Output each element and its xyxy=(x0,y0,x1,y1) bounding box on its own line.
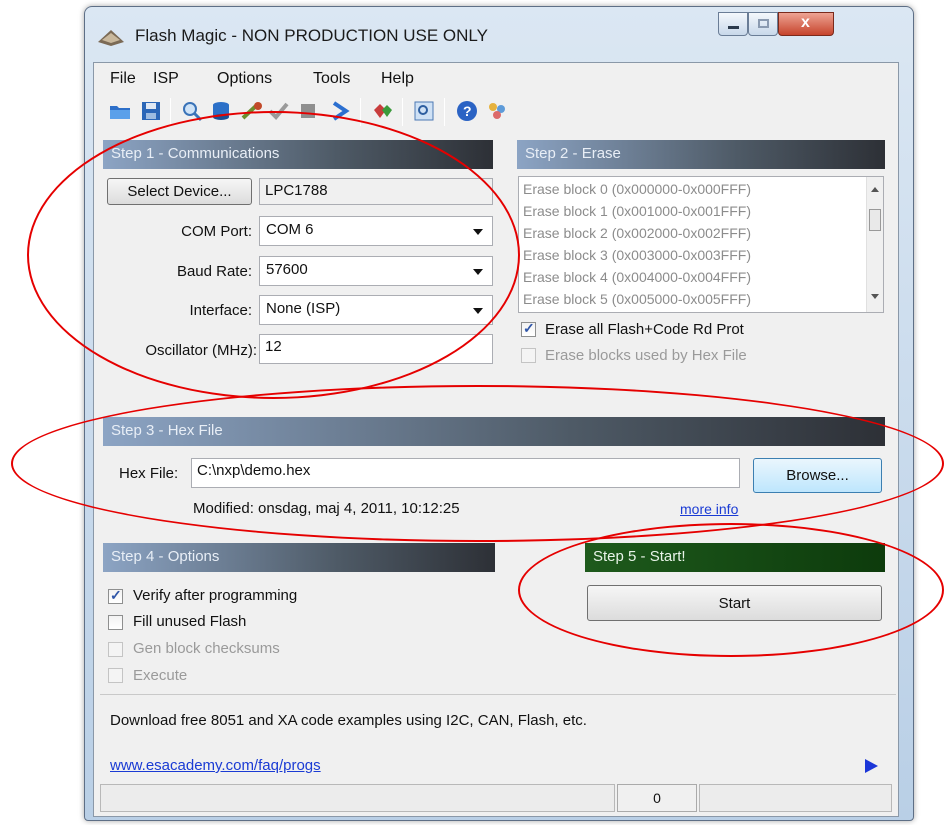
step2-header: Step 2 - Erase xyxy=(517,140,885,169)
minimize-button[interactable] xyxy=(718,12,748,36)
scroll-thumb[interactable] xyxy=(869,209,881,231)
list-item[interactable]: Erase block 3 (0x003000-0x003FFF) xyxy=(523,247,751,263)
toolbar-separator xyxy=(444,98,445,126)
progress-bar xyxy=(699,784,892,812)
list-item[interactable]: Erase block 2 (0x002000-0x002FFF) xyxy=(523,225,751,241)
open-folder-icon[interactable] xyxy=(108,99,132,123)
verify-checkbox[interactable] xyxy=(108,587,123,604)
fill-unused-checkbox[interactable] xyxy=(108,615,123,630)
list-item[interactable]: Erase block 0 (0x000000-0x000FFF) xyxy=(523,181,751,197)
help-icon[interactable]: ? xyxy=(455,99,479,123)
erase-all-checkbox[interactable] xyxy=(521,320,536,337)
erase-hex-checkbox[interactable] xyxy=(521,348,536,363)
minimize-icon xyxy=(728,26,739,29)
menu-file[interactable]: File xyxy=(110,70,136,88)
window-title: Flash Magic - NON PRODUCTION USE ONLY xyxy=(135,26,488,45)
users-icon[interactable] xyxy=(485,99,509,123)
list-item[interactable]: Erase block 1 (0x001000-0x001FFF) xyxy=(523,203,751,219)
toolbar-separator xyxy=(170,98,171,126)
status-count: 0 xyxy=(617,784,697,812)
esacademy-link[interactable]: www.esacademy.com/faq/progs xyxy=(110,757,321,774)
list-item[interactable]: Erase block 5 (0x005000-0x005FFF) xyxy=(523,291,751,307)
fill-unused-label: Fill unused Flash xyxy=(133,613,247,630)
list-item[interactable]: Erase block 4 (0x004000-0x004FFF) xyxy=(523,269,751,285)
close-icon: x xyxy=(801,14,810,31)
svg-text:?: ? xyxy=(463,103,472,119)
menu-isp[interactable]: ISP xyxy=(153,70,179,88)
gems-icon[interactable] xyxy=(371,99,395,123)
save-icon[interactable] xyxy=(139,99,163,123)
close-button[interactable]: x xyxy=(778,12,834,36)
footer-message: Download free 8051 and XA code examples … xyxy=(110,712,587,729)
divider xyxy=(100,694,896,695)
scroll-down-icon[interactable] xyxy=(871,294,879,299)
gen-checksums-checkbox[interactable] xyxy=(108,642,123,657)
verify-label: Verify after programming xyxy=(133,587,298,604)
annotation-ellipse-step3 xyxy=(11,385,944,542)
execute-checkbox[interactable] xyxy=(108,668,123,683)
status-bar: 0 xyxy=(100,784,892,812)
erase-hex-label: Erase blocks used by Hex File xyxy=(545,347,747,364)
scroll-up-icon[interactable] xyxy=(871,187,879,192)
zoom-window-icon[interactable] xyxy=(412,99,436,123)
maximize-icon xyxy=(758,19,769,28)
play-icon[interactable] xyxy=(865,759,878,773)
list-scrollbar[interactable] xyxy=(866,177,883,312)
erase-all-label: Erase all Flash+Code Rd Prot xyxy=(545,321,744,338)
maximize-button[interactable] xyxy=(748,12,778,36)
execute-label: Execute xyxy=(133,667,188,684)
toolbar-separator xyxy=(402,98,403,126)
gen-checksums-label: Gen block checksums xyxy=(133,640,280,657)
menu-tools[interactable]: Tools xyxy=(313,70,350,88)
step4-header: Step 4 - Options xyxy=(103,543,495,572)
app-icon xyxy=(98,30,124,46)
status-message-cell xyxy=(100,784,615,812)
menu-options[interactable]: Options xyxy=(217,70,272,88)
erase-block-list[interactable]: Erase block 0 (0x000000-0x000FFF) Erase … xyxy=(518,176,884,313)
menu-help[interactable]: Help xyxy=(381,70,414,88)
annotation-ellipse-step1 xyxy=(27,111,520,399)
annotation-ellipse-step5 xyxy=(518,523,944,657)
